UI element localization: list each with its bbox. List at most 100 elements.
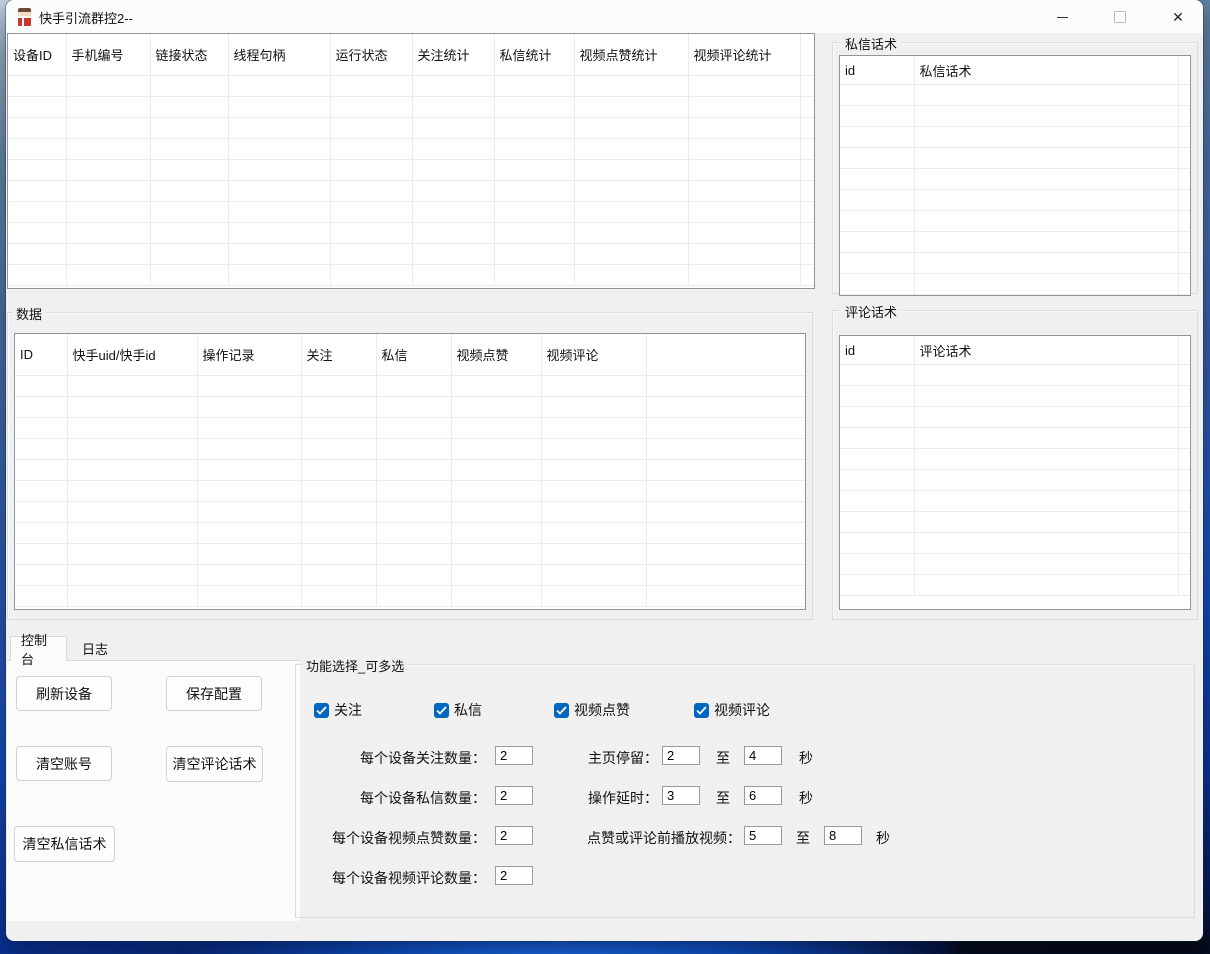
- home-stay-to-input[interactable]: [744, 746, 782, 765]
- col-comment-stats[interactable]: 视频评论统计: [688, 34, 800, 76]
- table-row: [8, 160, 814, 181]
- table-row: [15, 418, 805, 439]
- col-run-status[interactable]: 运行状态: [330, 34, 412, 76]
- clear-comment-scripts-button[interactable]: 清空评论话术: [166, 746, 263, 782]
- pm-scripts-table[interactable]: id 私信话术: [839, 55, 1191, 296]
- col-pm-text[interactable]: 私信话术: [914, 56, 1178, 85]
- table-row: [840, 491, 1190, 512]
- col-filler: [800, 34, 814, 76]
- table-row: [840, 253, 1190, 274]
- table-row: [840, 386, 1190, 407]
- table-row: [8, 223, 814, 244]
- table-row: [15, 439, 805, 460]
- play-before-label: 点赞或评论前播放视频：: [496, 828, 741, 848]
- comment-scripts-table[interactable]: id 评论话术: [839, 335, 1191, 610]
- checkbox-video-like[interactable]: 视频点赞: [554, 700, 630, 720]
- col-pm-id[interactable]: id: [840, 56, 914, 85]
- comment-scripts-group-label: 评论话术: [841, 302, 901, 321]
- col-id[interactable]: ID: [15, 334, 67, 376]
- home-stay-from-input[interactable]: [662, 746, 700, 765]
- follow-count-label: 每个设备关注数量：: [286, 748, 486, 768]
- col-uid[interactable]: 快手uid/快手id: [67, 334, 197, 376]
- checkbox-pm[interactable]: 私信: [434, 700, 482, 720]
- data-group-label: 数据: [12, 304, 46, 323]
- checkbox-follow[interactable]: 关注: [314, 700, 362, 720]
- play-before-to-input[interactable]: [824, 826, 862, 845]
- col-link-status[interactable]: 链接状态: [150, 34, 228, 76]
- app-icon: [18, 8, 31, 26]
- table-row: [15, 376, 805, 397]
- table-row: [8, 244, 814, 265]
- table-row: [840, 512, 1190, 533]
- table-row: [15, 565, 805, 586]
- table-row: [8, 202, 814, 223]
- comment-scripts-header[interactable]: id 评论话术: [840, 336, 1190, 365]
- table-row: [840, 554, 1190, 575]
- pm-count-label: 每个设备私信数量：: [286, 788, 486, 808]
- col-video-like[interactable]: 视频点赞: [451, 334, 541, 376]
- maximize-button[interactable]: [1105, 5, 1135, 29]
- function-select-group-label: 功能选择_可多选: [302, 656, 408, 675]
- checkbox-video-comment[interactable]: 视频评论: [694, 700, 770, 720]
- col-thread-handle[interactable]: 线程句柄: [228, 34, 330, 76]
- close-button[interactable]: ✕: [1163, 5, 1193, 29]
- tab-log-label: 日志: [82, 639, 108, 658]
- table-row: [840, 127, 1190, 148]
- title-bar[interactable]: 快手引流群控2-- ✕: [6, 0, 1203, 33]
- like-count-label: 每个设备视频点赞数量：: [286, 828, 486, 848]
- device-table-header[interactable]: 设备ID 手机编号 链接状态 线程句柄 运行状态 关注统计 私信统计 视频点赞统…: [8, 34, 814, 76]
- table-row: [8, 181, 814, 202]
- col-comment-text[interactable]: 评论话术: [914, 336, 1178, 365]
- table-row: [15, 460, 805, 481]
- device-table[interactable]: 设备ID 手机编号 链接状态 线程句柄 运行状态 关注统计 私信统计 视频点赞统…: [7, 33, 815, 289]
- pm-scripts-header[interactable]: id 私信话术: [840, 56, 1190, 85]
- table-row: [15, 586, 805, 607]
- save-config-button[interactable]: 保存配置: [166, 676, 262, 711]
- col-follow-stats[interactable]: 关注统计: [412, 34, 494, 76]
- to-word: 至: [716, 748, 730, 768]
- comment-count-input[interactable]: [495, 866, 533, 885]
- clear-accounts-button[interactable]: 清空账号: [16, 746, 112, 781]
- col-device-id[interactable]: 设备ID: [8, 34, 66, 76]
- table-row: [840, 470, 1190, 491]
- table-row: [840, 148, 1190, 169]
- clear-pm-scripts-button[interactable]: 清空私信话术: [14, 826, 115, 862]
- col-op-record[interactable]: 操作记录: [197, 334, 301, 376]
- col-filler: [1178, 336, 1190, 365]
- table-row: [840, 428, 1190, 449]
- table-row: [840, 232, 1190, 253]
- table-row: [840, 449, 1190, 470]
- table-row: [840, 190, 1190, 211]
- checkbox-video-like-label: 视频点赞: [574, 700, 630, 720]
- col-comment-id[interactable]: id: [840, 336, 914, 365]
- table-row: [8, 97, 814, 118]
- checkbox-follow-label: 关注: [334, 700, 362, 720]
- col-follow[interactable]: 关注: [301, 334, 376, 376]
- data-table-header[interactable]: ID 快手uid/快手id 操作记录 关注 私信 视频点赞 视频评论: [15, 334, 805, 376]
- op-delay-from-input[interactable]: [662, 786, 700, 805]
- col-pm-stats[interactable]: 私信统计: [494, 34, 574, 76]
- pm-scripts-group: 私信话术 id 私信话术: [832, 42, 1198, 294]
- table-row: [840, 85, 1190, 106]
- data-table[interactable]: ID 快手uid/快手id 操作记录 关注 私信 视频点赞 视频评论: [14, 333, 806, 610]
- table-row: [15, 544, 805, 565]
- op-delay-to-input[interactable]: [744, 786, 782, 805]
- minimize-button[interactable]: [1047, 5, 1077, 29]
- tab-log[interactable]: 日志: [69, 636, 121, 660]
- data-group: 数据 ID 快手uid/快手id 操作记录 关注 私信 视频点赞 视频评论: [7, 312, 813, 620]
- checkbox-checked-icon: [554, 703, 569, 718]
- col-like-stats[interactable]: 视频点赞统计: [574, 34, 688, 76]
- table-row: [840, 106, 1190, 127]
- refresh-devices-button[interactable]: 刷新设备: [16, 676, 112, 711]
- col-phone-no[interactable]: 手机编号: [66, 34, 150, 76]
- table-row: [840, 407, 1190, 428]
- tab-console[interactable]: 控制台: [10, 636, 67, 661]
- to-word: 至: [796, 828, 810, 848]
- col-video-comment[interactable]: 视频评论: [541, 334, 646, 376]
- table-row: [15, 397, 805, 418]
- table-row: [840, 575, 1190, 596]
- play-before-from-input[interactable]: [744, 826, 782, 845]
- col-pm[interactable]: 私信: [376, 334, 451, 376]
- pm-scripts-group-label: 私信话术: [841, 34, 901, 53]
- home-stay-label: 主页停留：: [506, 748, 658, 768]
